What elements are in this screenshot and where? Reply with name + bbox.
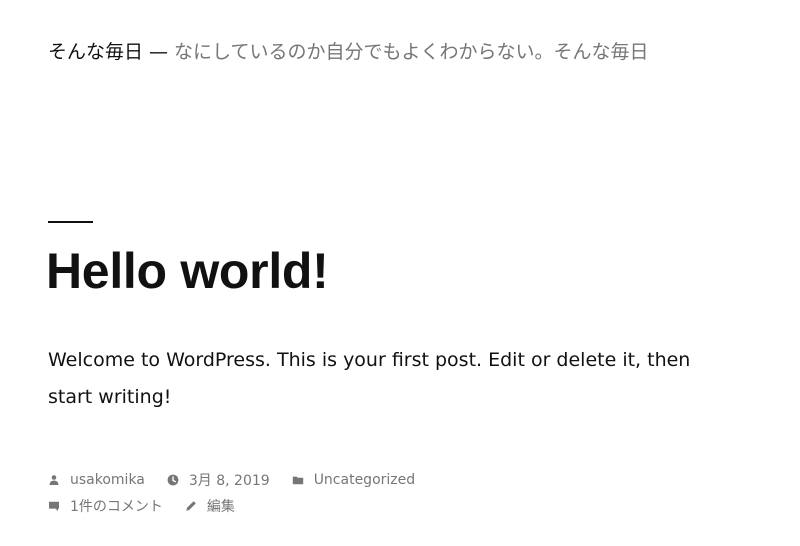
post-author-link[interactable]: usakomika xyxy=(48,472,145,488)
post-title[interactable]: Hello world! xyxy=(46,240,329,302)
post-comments: 1件のコメント xyxy=(70,499,163,515)
title-divider xyxy=(48,221,93,223)
post-date-link[interactable]: 3月 8, 2019 xyxy=(167,470,270,490)
comment-icon xyxy=(48,500,60,512)
person-icon xyxy=(48,474,60,486)
meta-line-1: usakomika 3月 8, 2019 Uncategorized xyxy=(48,467,748,493)
post-content: Welcome to WordPress. This is your first… xyxy=(48,349,691,408)
post-author: usakomika xyxy=(70,472,145,488)
post-meta: usakomika 3月 8, 2019 Uncategorized 1件のコメ… xyxy=(48,467,748,519)
post-edit-link[interactable]: 編集 xyxy=(185,496,235,516)
pencil-icon xyxy=(185,500,197,512)
post-edit: 編集 xyxy=(206,499,235,515)
site-header: そんな毎日 — なにしているのか自分でもよくわからない。そんな毎日 xyxy=(48,38,772,66)
post-date: 3月 8, 2019 xyxy=(188,473,270,489)
meta-line-2: 1件のコメント 編集 xyxy=(48,493,748,519)
title-separator: — xyxy=(149,41,169,63)
clock-icon xyxy=(167,474,179,486)
folder-icon xyxy=(292,474,304,486)
site-title-link[interactable]: そんな毎日 xyxy=(48,41,143,63)
site-description: なにしているのか自分でもよくわからない。そんな毎日 xyxy=(174,41,649,63)
post-category-link[interactable]: Uncategorized xyxy=(292,472,415,488)
post-category: Uncategorized xyxy=(313,472,416,488)
post-comments-link[interactable]: 1件のコメント xyxy=(48,496,163,516)
